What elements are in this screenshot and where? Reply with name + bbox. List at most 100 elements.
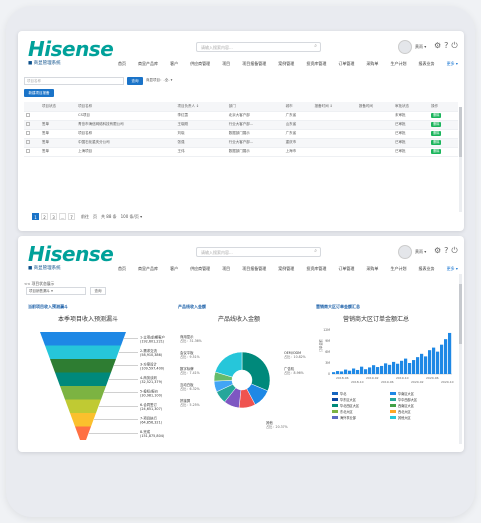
row-action-button[interactable]: 删除	[431, 140, 442, 145]
area-bar[interactable]	[448, 332, 452, 374]
row-action-button[interactable]: 删除	[431, 149, 442, 154]
pie-slice[interactable]	[241, 351, 271, 392]
area-bar[interactable]	[344, 369, 348, 374]
area-bar[interactable]	[364, 369, 368, 374]
row-checkbox[interactable]	[24, 129, 41, 139]
nav-item[interactable]: 报表业务	[419, 266, 435, 273]
row-checkbox[interactable]	[24, 138, 41, 148]
column-header[interactable]: 项目名称	[76, 102, 176, 112]
funnel-segment[interactable]	[70, 413, 96, 427]
column-header[interactable]: 报备时间 ↕	[312, 102, 357, 112]
nav-item[interactable]: 供应商管理	[190, 61, 210, 68]
global-search-input[interactable]: 请输入搜索内容... ⌕	[196, 247, 321, 257]
area-bar[interactable]	[412, 360, 416, 374]
nav-item[interactable]: 商显产品库	[138, 266, 158, 273]
nav-item[interactable]: 案例管理	[278, 266, 294, 273]
nav-item[interactable]: 项目报备管理	[242, 266, 266, 273]
search-icon[interactable]: ⌕	[314, 249, 317, 254]
table-row[interactable]: 签单 中国石化重庆分公司 张强 行业大客户部... 重庆市 已审批 删除	[24, 138, 458, 148]
legend-label[interactable]: 海外事业部	[340, 415, 357, 420]
area-bar[interactable]	[336, 371, 340, 374]
page-number[interactable]: 1	[32, 213, 39, 220]
area-bar[interactable]	[436, 351, 440, 374]
nav-item[interactable]: 更多 ▾	[447, 61, 458, 68]
funnel-segment[interactable]	[40, 332, 126, 346]
nav-item[interactable]: 投资库管理	[306, 61, 326, 68]
chart-query-button[interactable]: 查询	[90, 287, 106, 295]
column-header[interactable]: 报备时间	[356, 102, 393, 112]
legend-label[interactable]: 华北西区大区	[340, 403, 360, 408]
funnel-segment[interactable]	[50, 359, 116, 373]
nav-item[interactable]: 客户	[170, 266, 178, 273]
avatar[interactable]	[398, 40, 412, 54]
area-bar[interactable]	[400, 360, 404, 374]
row-checkbox[interactable]	[24, 147, 41, 157]
table-row[interactable]: 签单 青岛市海信网络科技有限公司 王晓刚 行业大客户部... 山东省 已审批 删除	[24, 120, 458, 130]
legend-label[interactable]: 华北	[340, 391, 347, 396]
search-icon[interactable]: ⌕	[314, 44, 317, 49]
area-bar[interactable]	[380, 365, 384, 374]
nav-item[interactable]: 采购单	[366, 266, 378, 273]
row-checkbox[interactable]	[24, 120, 41, 130]
nav-item[interactable]: 首页	[118, 266, 126, 273]
nav-item[interactable]: 更多 ▾	[447, 266, 458, 273]
area-bar[interactable]	[420, 353, 424, 374]
area-bar[interactable]	[360, 366, 364, 374]
nav-item[interactable]: 订单管理	[338, 61, 354, 68]
nav-item[interactable]: 投资库管理	[306, 266, 326, 273]
nav-item[interactable]: 报表业务	[419, 61, 435, 68]
row-action-button[interactable]: 删除	[431, 131, 442, 136]
area-bar[interactable]	[348, 370, 352, 374]
table-row[interactable]: 签单 上海项目 王伟 数据部门展示 上海市 已审批 删除	[24, 147, 458, 157]
legend-label[interactable]: 东北大区	[340, 409, 354, 414]
gear-icon[interactable]: ⚙	[434, 41, 444, 50]
table-row[interactable]: CS项目 李红霞 北京大客户部 广东省 未审批 删除	[24, 111, 458, 121]
table-scrollbar[interactable]	[459, 107, 462, 212]
area-bar[interactable]	[388, 364, 392, 374]
power-icon[interactable]: ⏻	[451, 41, 460, 50]
funnel-segment[interactable]	[45, 345, 121, 360]
pager-per-page[interactable]: 100 条/页 ▾	[121, 214, 143, 220]
funnel-segment[interactable]	[55, 372, 111, 387]
nav-item[interactable]: 案例管理	[278, 61, 294, 68]
page-number[interactable]: 3	[50, 213, 57, 220]
pie-slice[interactable]	[214, 351, 243, 378]
nav-item[interactable]: 生产计划	[390, 61, 406, 68]
area-bar[interactable]	[384, 363, 388, 374]
avatar[interactable]	[398, 245, 412, 259]
area-bar[interactable]	[368, 367, 372, 374]
area-bar[interactable]	[376, 367, 380, 374]
nav-item[interactable]: 商显产品库	[138, 61, 158, 68]
nav-item[interactable]: 项目	[222, 266, 230, 273]
power-icon[interactable]: ⏻	[451, 246, 460, 255]
row-action-button[interactable]: 删除	[431, 113, 442, 118]
legend-label[interactable]: 华东区大区	[340, 397, 357, 402]
legend-label[interactable]: 华中西部大区	[398, 397, 418, 402]
nav-item[interactable]: 生产计划	[390, 266, 406, 273]
user-menu[interactable]: 黄雨 ▾	[415, 249, 426, 255]
nav-item[interactable]: 采购单	[366, 61, 378, 68]
page-number[interactable]: 7	[68, 213, 75, 220]
dashboard-scrollbar[interactable]	[459, 274, 462, 444]
legend-label[interactable]: 西北大区	[398, 409, 412, 414]
nav-item[interactable]: 客户	[170, 61, 178, 68]
gear-icon[interactable]: ⚙	[434, 246, 444, 255]
global-search-input[interactable]: 请输入搜索内容... ⌕	[196, 42, 321, 52]
area-bar[interactable]	[424, 356, 428, 374]
new-project-button[interactable]: 新建项目报备	[24, 89, 54, 97]
funnel-segment[interactable]	[60, 386, 106, 400]
area-bar[interactable]	[432, 347, 436, 374]
row-action-button[interactable]: 删除	[431, 122, 442, 127]
area-bar[interactable]	[372, 365, 376, 374]
legend-label[interactable]: 西南区大区	[398, 403, 415, 408]
column-header[interactable]: 部门	[226, 102, 284, 112]
column-header[interactable]: 操作	[429, 102, 458, 112]
area-bar[interactable]	[392, 361, 396, 374]
query-button[interactable]: 查询	[127, 77, 143, 85]
area-bar[interactable]	[404, 358, 408, 374]
column-header[interactable]: 城市	[283, 102, 313, 112]
legend-label[interactable]: 华南区大区	[398, 391, 415, 396]
area-bar[interactable]	[340, 371, 344, 374]
project-name-filter[interactable]: 项目名称	[24, 77, 124, 85]
area-bar[interactable]	[396, 363, 400, 374]
